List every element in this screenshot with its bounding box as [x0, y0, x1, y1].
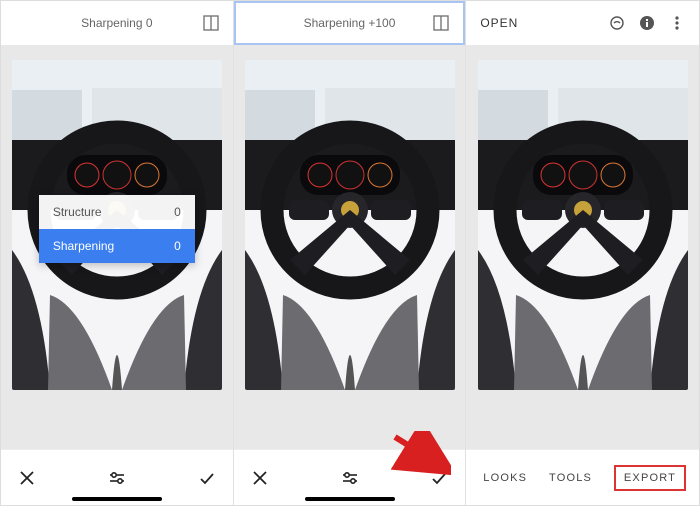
- editor-bottombar: [234, 449, 466, 505]
- open-button[interactable]: OPEN: [480, 16, 518, 30]
- cancel-button[interactable]: [252, 470, 268, 486]
- option-value: 0: [174, 239, 181, 253]
- looks-tab[interactable]: LOOKS: [483, 472, 527, 484]
- editor-topbar-highlighted: Sharpening +100: [234, 1, 466, 45]
- adjust-button[interactable]: [109, 470, 125, 486]
- editor-bottombar: [1, 449, 233, 505]
- panel-3: OPEN LOOKS TOOLS EXPORT: [466, 1, 699, 505]
- panel-2: Sharpening +100: [234, 1, 467, 505]
- info-icon[interactable]: [639, 15, 655, 31]
- option-label: Structure: [53, 205, 102, 219]
- edited-photo: [478, 60, 688, 390]
- edited-photo: [245, 60, 455, 390]
- adjust-menu: Structure 0 Sharpening 0: [39, 195, 195, 263]
- layers-icon[interactable]: [609, 15, 625, 31]
- image-preview[interactable]: [234, 45, 466, 449]
- home-indicator: [72, 497, 162, 501]
- cancel-button[interactable]: [19, 470, 35, 486]
- option-label: Sharpening: [53, 239, 114, 253]
- confirm-button[interactable]: [199, 470, 215, 486]
- confirm-button[interactable]: [431, 470, 447, 486]
- option-structure[interactable]: Structure 0: [39, 195, 195, 229]
- adjust-button[interactable]: [342, 470, 358, 486]
- compare-icon[interactable]: [433, 15, 449, 31]
- image-preview[interactable]: Structure 0 Sharpening 0: [1, 45, 233, 449]
- main-bottombar: LOOKS TOOLS EXPORT: [466, 449, 699, 505]
- tools-tab[interactable]: TOOLS: [549, 472, 592, 484]
- compare-icon[interactable]: [203, 15, 219, 31]
- main-topbar: OPEN: [466, 1, 699, 45]
- editor-topbar: Sharpening 0: [1, 1, 233, 45]
- image-preview[interactable]: [466, 45, 699, 449]
- panel-1: Sharpening 0 Structure 0 Sharpening 0: [1, 1, 234, 505]
- slider-value-label: Sharpening 0: [81, 16, 152, 30]
- more-icon[interactable]: [669, 15, 685, 31]
- screenshot-container: Sharpening 0 Structure 0 Sharpening 0: [0, 0, 700, 506]
- export-tab[interactable]: EXPORT: [614, 465, 686, 491]
- option-sharpening[interactable]: Sharpening 0: [39, 229, 195, 263]
- slider-value-label: Sharpening +100: [304, 16, 396, 30]
- topbar-actions: [609, 15, 685, 31]
- option-value: 0: [174, 205, 181, 219]
- home-indicator: [305, 497, 395, 501]
